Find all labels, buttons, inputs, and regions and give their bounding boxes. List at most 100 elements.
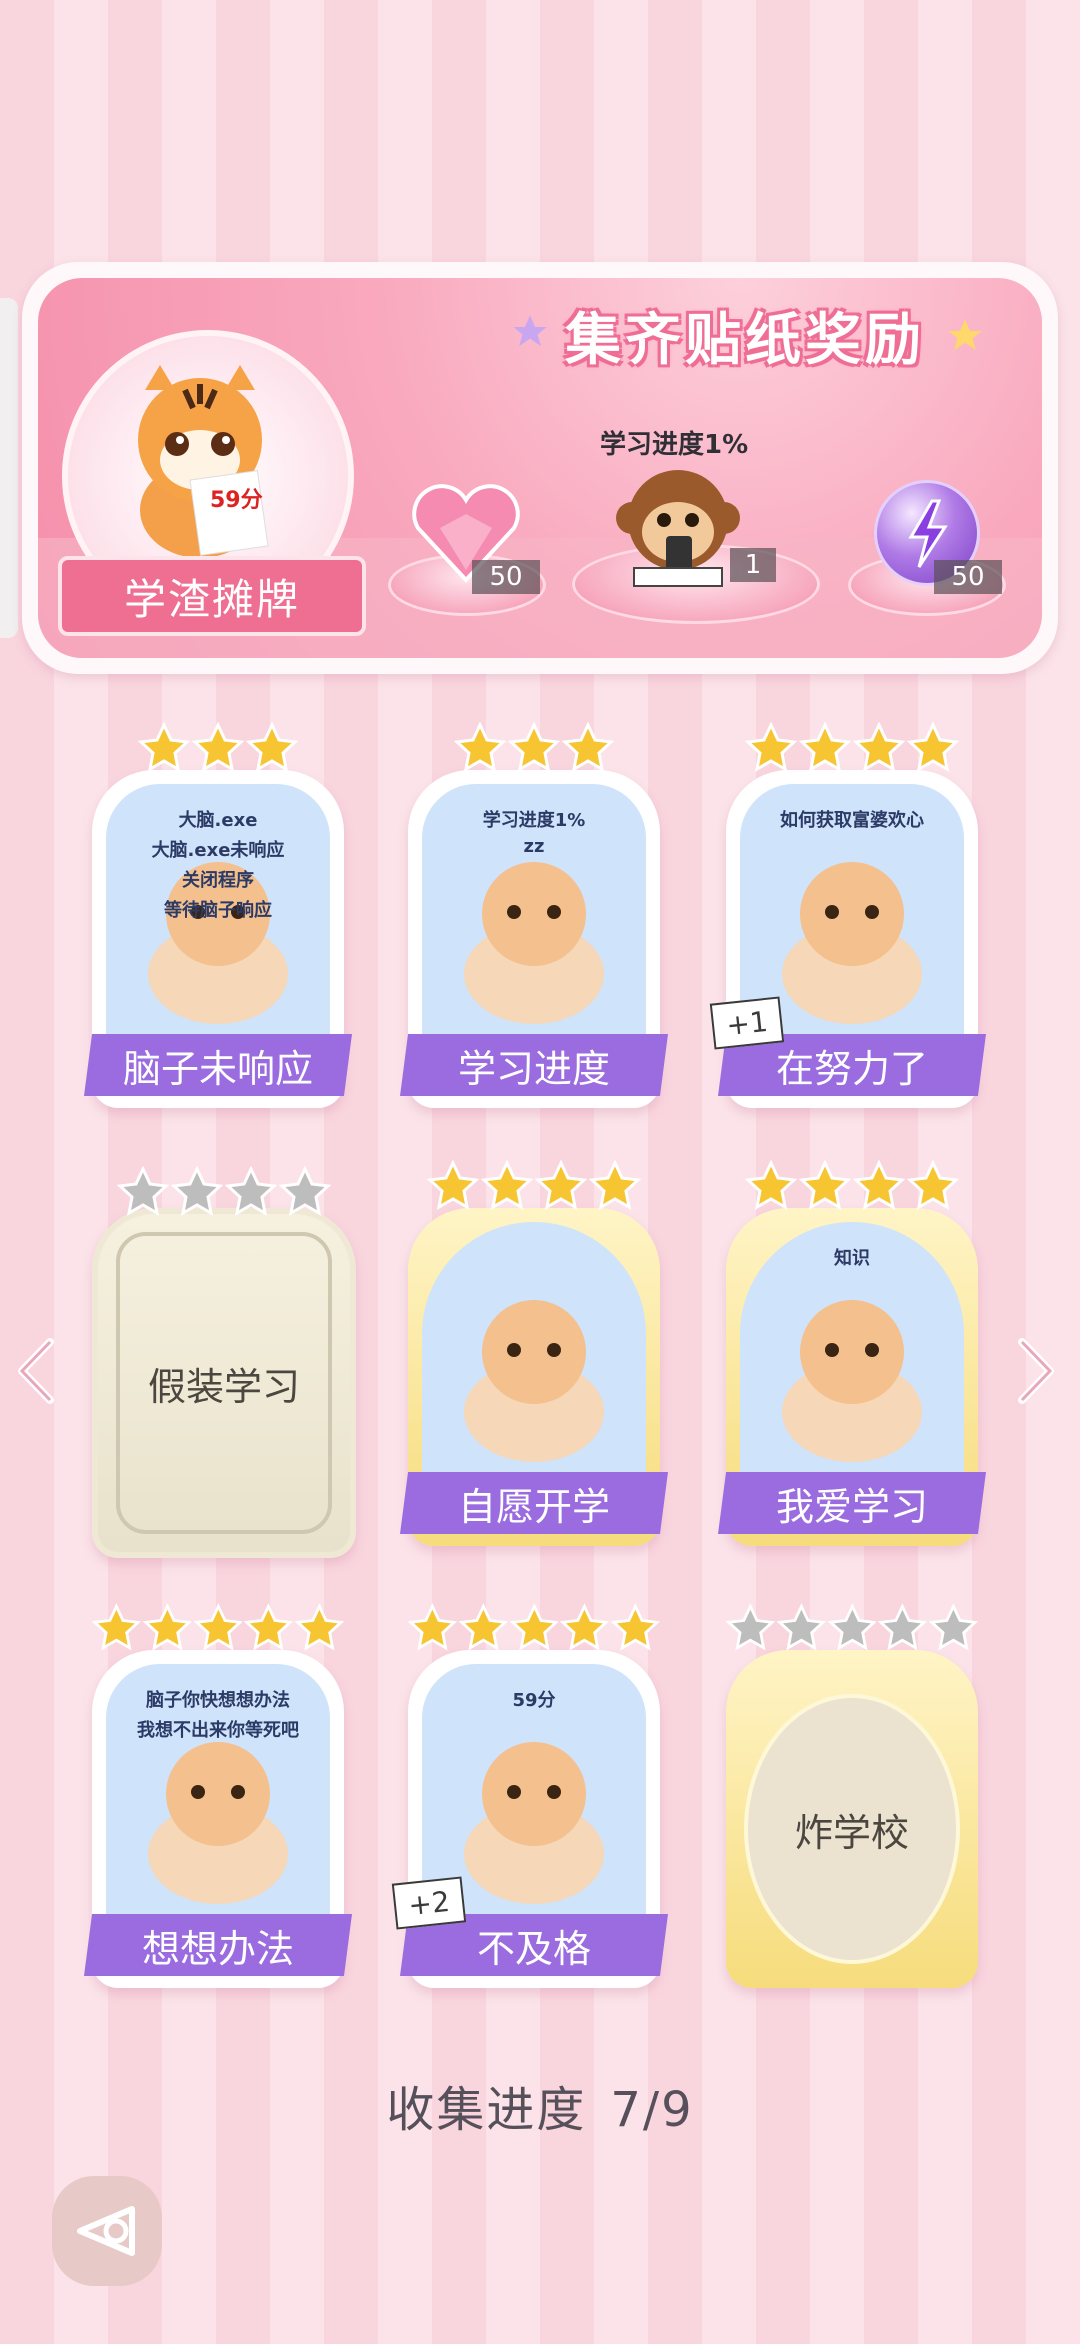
star-rating (726, 722, 978, 778)
gold-star-icon (611, 1603, 660, 1651)
gold-star-icon (246, 722, 298, 772)
sticker-name: 学习进度 (400, 1034, 668, 1096)
sticker-card[interactable]: 如何获取富婆欢心 在努力了 +1 (709, 722, 986, 1108)
gold-star-icon (295, 1603, 344, 1651)
gold-star-icon (907, 722, 959, 772)
prev-page-arrow-icon[interactable] (14, 1336, 58, 1406)
sticker-caption: 知识 (834, 1248, 870, 1269)
banner-title: 集齐贴纸奖励 (565, 307, 925, 373)
gold-star-icon (454, 722, 506, 772)
star-rating (408, 1160, 660, 1216)
gold-star-icon (408, 1603, 457, 1651)
reward-count-heart: 50 (472, 560, 540, 594)
grey-star-icon (225, 1166, 277, 1216)
grey-star-icon (117, 1166, 169, 1216)
reward-count-monkey: 1 (730, 548, 776, 582)
gold-star-icon (193, 1603, 243, 1651)
grey-star-icon (279, 1166, 331, 1216)
monkey-sticker-icon (616, 470, 740, 587)
sticker-caption: 如何获取富婆欢心 (780, 810, 924, 831)
sticker-art: 脑子你快想想办法 我想不出来你等死吧 (106, 1664, 330, 1940)
sticker-caption: 等待脑子响应 (164, 900, 272, 921)
duplicate-count-tag: +1 (709, 996, 785, 1050)
star-rating (92, 722, 344, 778)
grey-star-icon (878, 1603, 928, 1651)
gold-star-icon (458, 1603, 508, 1651)
tiger-avatar-icon (138, 365, 269, 558)
sticker-name: 自愿开学 (400, 1472, 668, 1534)
sticker-name: 炸学校 (794, 1810, 909, 1855)
sticker-card[interactable]: 学习进度1% zz 学习进度 (400, 722, 668, 1108)
star-rating (726, 1602, 978, 1658)
gold-star-icon (907, 1160, 959, 1210)
grey-star-icon (929, 1603, 978, 1651)
gold-star-icon (799, 1160, 851, 1210)
gold-star-icon (192, 722, 244, 772)
gold-star-icon (138, 722, 190, 772)
gold-star-icon (853, 722, 905, 772)
gold-star-icon (799, 722, 851, 772)
sticker-art: 学习进度1% zz (422, 784, 646, 1060)
sticker-name: 我爱学习 (718, 1472, 986, 1534)
sticker-illustration-icon (464, 1300, 604, 1462)
sticker-card[interactable]: 假装学习 (92, 1166, 356, 1558)
gold-star-icon (142, 1603, 192, 1651)
gold-star-icon (508, 722, 560, 772)
sticker-caption: 学习进度1% (482, 810, 586, 831)
star-rating (408, 1602, 660, 1658)
sticker-card[interactable]: 大脑.exe 大脑.exe未响应 关闭程序等待脑子响应脑子未响应 (84, 722, 352, 1108)
gold-star-icon (589, 1160, 641, 1210)
grey-star-icon (171, 1166, 223, 1216)
duplicate-count-tag: +2 (391, 1876, 467, 1930)
collection-progress: 收集进度 7/9 (0, 2070, 1080, 2140)
back-button[interactable] (52, 2176, 162, 2286)
sticker-card[interactable]: 59分 不及格 +2 (391, 1603, 668, 1988)
gold-star-icon (853, 1160, 905, 1210)
gold-star-icon (509, 1603, 559, 1651)
locked-sticker-placeholder: 炸学校 (744, 1694, 960, 1964)
sticker-caption: 我想不出来你等死吧 (137, 1720, 299, 1741)
collection-progress-value: 7/9 (610, 2082, 694, 2138)
gold-star-icon (745, 1160, 797, 1210)
gold-star-icon (562, 722, 614, 772)
star-rating (92, 1602, 344, 1658)
sticker-card[interactable]: 自愿开学 (400, 1160, 668, 1546)
sticker-card[interactable]: 脑子你快想想办法 我想不出来你等死吧 想想办法 (84, 1603, 352, 1988)
reward-count-orb: 50 (934, 560, 1002, 594)
gold-star-icon (427, 1160, 479, 1210)
gold-star-icon (244, 1603, 294, 1651)
collection-progress-label: 收集进度 (386, 2082, 587, 2138)
gold-star-icon (560, 1603, 610, 1651)
sticker-card[interactable]: 炸学校 (726, 1603, 978, 1988)
avatar-score-note: 59分 (210, 488, 263, 513)
sticker-art (422, 1222, 646, 1498)
locked-sticker-placeholder: 假装学习 (116, 1232, 332, 1534)
sticker-art: 大脑.exe 大脑.exe未响应 关闭程序等待脑子响应 (106, 784, 330, 1060)
star-rating (98, 1166, 350, 1222)
sticker-caption: zz (523, 836, 545, 857)
gold-star-icon (535, 1160, 587, 1210)
star-rating (408, 722, 660, 778)
grey-star-icon (726, 1603, 775, 1651)
sticker-name: 想想办法 (84, 1914, 352, 1976)
yellow-star-icon (948, 319, 982, 351)
sticker-caption: 大脑.exe未响应 (151, 840, 285, 861)
purple-star-icon (513, 315, 547, 347)
sticker-art: 知识 (740, 1222, 964, 1498)
sticker-caption: 关闭程序 (182, 870, 254, 891)
sticker-name: 脑子未响应 (84, 1034, 352, 1096)
star-rating (726, 1160, 978, 1216)
sticker-caption: 59分 (512, 1690, 556, 1711)
back-arrow-icon (77, 2206, 135, 2256)
sticker-card[interactable]: 知识 我爱学习 (718, 1160, 986, 1546)
grey-star-icon (827, 1603, 877, 1651)
avatar-title-ribbon: 学渣摊牌 (58, 556, 366, 636)
side-panel-handle[interactable] (0, 298, 18, 638)
sticker-caption: 大脑.exe (178, 810, 258, 831)
grey-star-icon (776, 1603, 826, 1651)
next-page-arrow-icon[interactable] (1014, 1336, 1058, 1406)
sticker-name: 假装学习 (147, 1364, 300, 1409)
gold-star-icon (745, 722, 797, 772)
gold-star-icon (481, 1160, 533, 1210)
sticker-caption: 脑子你快想想办法 (146, 1690, 290, 1711)
